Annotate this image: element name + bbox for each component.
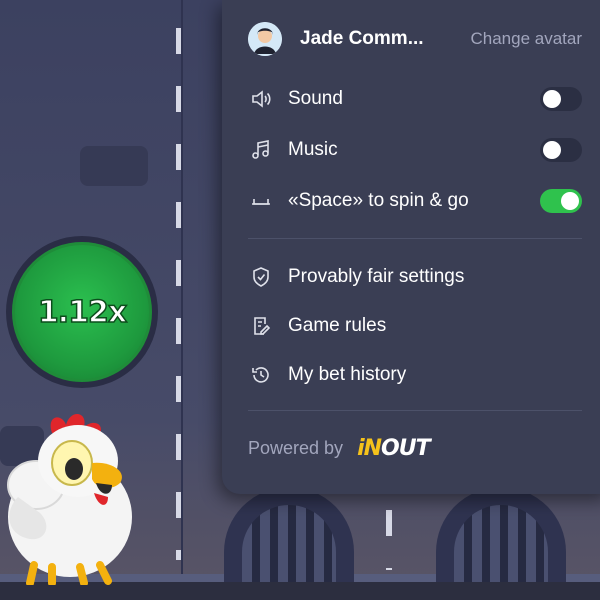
spacebar-icon [248,188,274,214]
space-to-spin-row[interactable]: «Space» to spin & go [248,188,582,214]
menu-divider [248,410,582,411]
change-avatar-link[interactable]: Change avatar [470,29,582,49]
music-row[interactable]: Music [248,137,582,163]
inout-logo: iNOUT [357,436,431,461]
history-clock-icon [248,362,274,388]
lane-divider [181,0,183,600]
space-to-spin-label: «Space» to spin & go [288,190,469,211]
powered-by: Powered by iNOUT [248,436,431,461]
sound-label: Sound [288,88,343,109]
settings-menu: Jade Comm... Change avatar Sound Music «… [222,0,600,494]
user-avatar[interactable] [248,22,282,56]
bet-history-link[interactable]: My bet history [248,362,582,388]
road-tile [80,146,148,186]
chicken-character [7,413,132,585]
music-toggle[interactable] [540,138,582,162]
menu-divider [248,238,582,239]
speaker-icon [248,86,274,112]
music-label: Music [288,139,338,160]
shield-check-icon [248,264,274,290]
lane-marking [386,510,392,570]
game-rules-label: Game rules [288,315,387,336]
sound-row[interactable]: Sound [248,86,582,112]
sound-toggle[interactable] [540,87,582,111]
provably-fair-link[interactable]: Provably fair settings [248,264,582,290]
game-rules-link[interactable]: Game rules [248,313,582,339]
bet-history-label: My bet history [288,364,407,385]
profile-row: Jade Comm... Change avatar [248,22,582,56]
multiplier-value: 1.12x [37,294,128,331]
provably-fair-label: Provably fair settings [288,266,465,287]
space-to-spin-toggle[interactable] [540,189,582,213]
document-edit-icon [248,313,274,339]
powered-by-text: Powered by [248,438,344,458]
username: Jade Comm... [300,28,424,49]
multiplier-coin[interactable]: 1.12x [6,236,158,388]
music-note-icon [248,137,274,163]
